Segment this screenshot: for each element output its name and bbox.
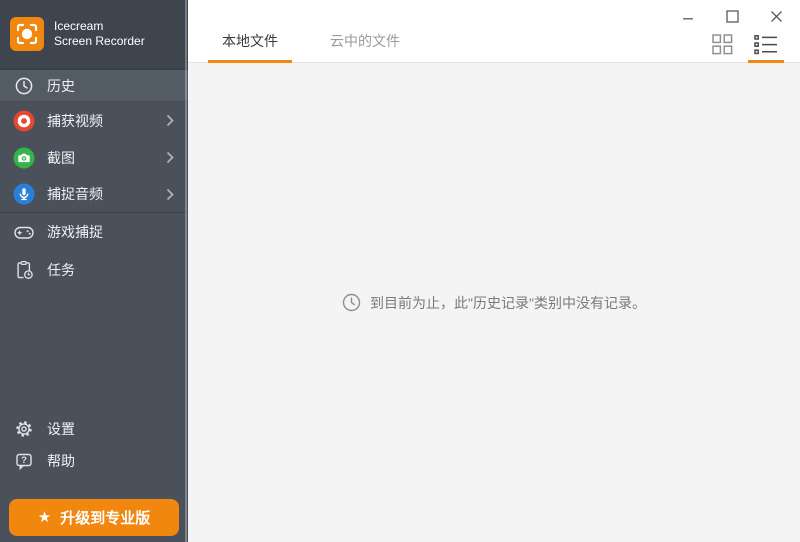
sidebar-spacer — [0, 289, 188, 413]
svg-text:?: ? — [21, 455, 27, 466]
minimize-icon — [682, 10, 694, 22]
sidebar-item-label: 设置 — [47, 419, 75, 439]
grid-view-button[interactable] — [704, 34, 740, 63]
upgrade-to-pro-button[interactable]: ★ 升级到专业版 — [9, 499, 179, 536]
maximize-button[interactable] — [710, 2, 754, 30]
view-toggles — [704, 34, 784, 63]
clock-icon — [12, 74, 36, 98]
sidebar-item-label: 帮助 — [47, 451, 75, 471]
close-button[interactable] — [754, 2, 798, 30]
list-view-button[interactable] — [748, 34, 784, 63]
empty-state-message: 到目前为止，此"历史记录"类别中没有记录。 — [370, 293, 646, 313]
tab-cloud-files[interactable]: 云中的文件 — [316, 31, 414, 63]
sidebar-item-capture-audio[interactable]: 捕捉音频 — [0, 176, 188, 213]
microphone-icon — [12, 182, 36, 206]
record-icon — [12, 109, 36, 133]
tab-local-files[interactable]: 本地文件 — [208, 31, 292, 63]
app-logo-header: Icecream Screen Recorder — [0, 0, 188, 68]
sidebar-item-capture-video[interactable]: 捕获视频 — [0, 102, 188, 139]
sidebar-item-screenshot[interactable]: 截图 — [0, 139, 188, 176]
sidebar-item-history[interactable]: 历史 — [0, 68, 188, 102]
sidebar-item-help[interactable]: ? 帮助 — [0, 445, 188, 477]
app-title-line1: Icecream — [54, 19, 145, 34]
sidebar-item-game-capture[interactable]: 游戏捕捉 — [0, 213, 188, 251]
sidebar-item-label: 捕获视频 — [47, 111, 103, 131]
camera-icon — [12, 146, 36, 170]
app-title: Icecream Screen Recorder — [54, 19, 145, 49]
sidebar-item-label: 截图 — [47, 148, 75, 168]
window-controls — [666, 2, 798, 30]
file-tabs: 本地文件 云中的文件 — [208, 31, 414, 63]
app-title-line2: Screen Recorder — [54, 34, 145, 49]
upgrade-button-container: ★ 升级到专业版 — [0, 477, 188, 542]
sidebar-item-settings[interactable]: 设置 — [0, 413, 188, 445]
chevron-right-icon — [166, 188, 174, 201]
clock-icon — [342, 293, 361, 312]
tasks-icon — [12, 258, 36, 282]
gear-icon — [12, 417, 36, 441]
content-area: 到目前为止，此"历史记录"类别中没有记录。 — [188, 63, 800, 542]
upgrade-button-label: 升级到专业版 — [60, 507, 150, 528]
list-view-icon — [754, 34, 778, 55]
topbar: 本地文件 云中的文件 — [188, 0, 800, 63]
minimize-button[interactable] — [666, 2, 710, 30]
app-window: Icecream Screen Recorder 历史 捕获视频 — [0, 0, 800, 542]
sidebar-item-label: 捕捉音频 — [47, 184, 103, 204]
sidebar-item-tasks[interactable]: 任务 — [0, 251, 188, 289]
grid-view-icon — [712, 34, 733, 55]
sidebar-item-label: 任务 — [47, 260, 75, 280]
chevron-right-icon — [166, 114, 174, 127]
sidebar-item-label: 历史 — [47, 76, 75, 96]
help-icon: ? — [12, 449, 36, 473]
sidebar: Icecream Screen Recorder 历史 捕获视频 — [0, 0, 188, 542]
star-icon: ★ — [38, 510, 51, 525]
empty-state: 到目前为止，此"历史记录"类别中没有记录。 — [342, 293, 646, 313]
app-logo-icon — [10, 17, 44, 51]
chevron-right-icon — [166, 151, 174, 164]
close-icon — [770, 10, 783, 23]
maximize-icon — [726, 10, 739, 23]
gamepad-icon — [12, 220, 36, 244]
sidebar-item-label: 游戏捕捉 — [47, 222, 103, 242]
